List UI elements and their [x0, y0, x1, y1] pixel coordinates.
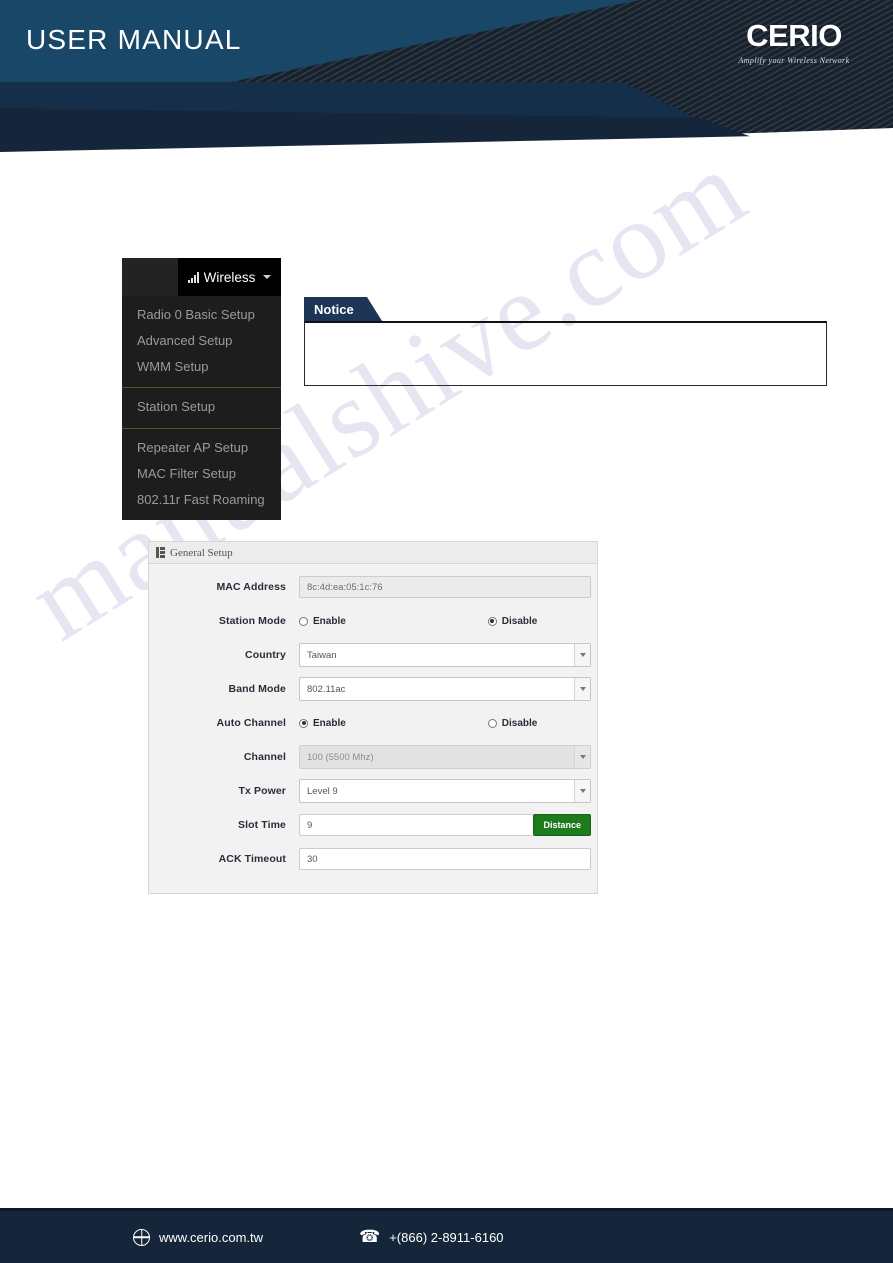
panel-body: MAC Address 8c:4d:ea:05:1c:76 Station Mo… [149, 564, 597, 893]
field-row-band-mode: Band Mode 802.11ac [149, 675, 597, 703]
nav-item-advanced-setup[interactable]: Advanced Setup [122, 328, 281, 354]
field-row-mac-address: MAC Address 8c:4d:ea:05:1c:76 [149, 573, 597, 601]
footer-website-label: www.cerio.com.tw [159, 1229, 264, 1245]
control-station-mode: Enable Disable [299, 616, 597, 627]
list-grid-icon [156, 547, 165, 558]
logo-wordmark: CERIO [746, 18, 842, 53]
auto-channel-disable-radio[interactable]: Disable [487, 717, 538, 729]
page-footer: www.cerio.com.tw ☎ +(866) 2-8911-6160 [0, 1208, 893, 1263]
station-mode-enable-radio[interactable]: Enable [299, 616, 346, 627]
footer-phone-label: +(866) 2-8911-6160 [389, 1229, 504, 1245]
label-mac-address: MAC Address [216, 581, 286, 593]
distance-button[interactable]: Distance [533, 814, 591, 836]
page-title: USER MANUAL [26, 24, 242, 55]
ack-timeout-input[interactable]: 30 [299, 848, 591, 870]
control-ack-timeout: 30 [299, 848, 597, 870]
country-select-value: Taiwan [307, 649, 337, 661]
label-ack-timeout: ACK Timeout [218, 853, 286, 865]
nav-item-mac-filter-setup[interactable]: MAC Filter Setup [122, 461, 281, 487]
tx-power-select-value: Level 9 [307, 785, 338, 797]
nav-topbar-left-spacer [122, 258, 178, 296]
radio-circle-selected-icon [487, 616, 497, 626]
control-country: Taiwan [299, 643, 597, 667]
chevron-down-icon [574, 746, 590, 768]
wireless-nav-menu: Wireless Radio 0 Basic Setup Advanced Se… [122, 258, 281, 520]
footer-website[interactable]: www.cerio.com.tw [133, 1228, 264, 1246]
label-slot-time: Slot Time [238, 819, 286, 831]
nav-tab-label: Wireless [203, 269, 256, 285]
field-row-country: Country Taiwan [149, 641, 597, 669]
label-channel: Channel [243, 751, 286, 763]
label-auto-channel: Auto Channel [216, 717, 286, 729]
control-slot-time: 9 Distance [299, 814, 597, 836]
nav-tab-wireless[interactable]: Wireless [178, 258, 281, 296]
label-country: Country [245, 649, 286, 661]
nav-item-station-setup[interactable]: Station Setup [122, 394, 281, 420]
chevron-down-icon [263, 275, 272, 279]
nav-group-1: Radio 0 Basic Setup Advanced Setup WMM S… [122, 296, 281, 388]
nav-item-802-11r-fast-roaming[interactable]: 802.11r Fast Roaming [122, 487, 281, 513]
field-row-auto-channel: Auto Channel Enable Disable [149, 709, 597, 737]
nav-item-radio-0-basic-setup[interactable]: Radio 0 Basic Setup [122, 302, 281, 328]
nav-item-repeater-ap-setup[interactable]: Repeater AP Setup [122, 435, 281, 461]
control-tx-power: Level 9 [299, 779, 597, 803]
slot-time-input[interactable]: 9 [299, 814, 534, 836]
chevron-down-icon [574, 780, 590, 802]
label-station-mode: Station Mode [218, 615, 286, 627]
auto-channel-disable-label: Disable [501, 717, 538, 729]
field-row-ack-timeout: ACK Timeout 30 [149, 845, 597, 873]
radio-circle-selected-icon [299, 718, 308, 728]
nav-topbar: Wireless [122, 258, 281, 296]
channel-select: 100 (5500 Mhz) [299, 745, 591, 769]
field-row-station-mode: Station Mode Enable Disable [149, 607, 597, 635]
radio-circle-icon [299, 616, 308, 626]
panel-header-label: General Setup [170, 546, 233, 559]
band-mode-select[interactable]: 802.11ac [299, 677, 591, 701]
chevron-down-icon [574, 678, 590, 700]
footer-phone[interactable]: ☎ +(866) 2-8911-6160 [359, 1227, 504, 1247]
globe-icon [133, 1228, 150, 1246]
brand-logo: CERIO Amplify your Wireless Network [719, 20, 869, 65]
field-row-slot-time: Slot Time 9 Distance [149, 811, 597, 839]
page-header: USER MANUAL CERIO Amplify your Wireless … [0, 0, 893, 160]
band-mode-select-value: 802.11ac [307, 683, 346, 695]
general-setup-panel: General Setup MAC Address 8c:4d:ea:05:1c… [148, 541, 598, 894]
station-mode-enable-label: Enable [313, 615, 346, 627]
auto-channel-enable-radio[interactable]: Enable [299, 718, 346, 729]
nav-group-2: Station Setup [122, 387, 281, 428]
country-select[interactable]: Taiwan [299, 643, 591, 667]
notice-block: Notice [304, 297, 827, 386]
station-mode-disable-label: Disable [501, 615, 538, 627]
logo-tagline: Amplify your Wireless Network [738, 56, 850, 65]
station-mode-disable-radio[interactable]: Disable [487, 615, 538, 627]
panel-header: General Setup [149, 542, 597, 564]
signal-bars-icon [187, 271, 199, 283]
label-tx-power: Tx Power [238, 785, 286, 797]
tx-power-select[interactable]: Level 9 [299, 779, 591, 803]
nav-group-3: Repeater AP Setup MAC Filter Setup 802.1… [122, 427, 281, 520]
mac-address-field: 8c:4d:ea:05:1c:76 [299, 576, 591, 598]
control-channel: 100 (5500 Mhz) [299, 745, 597, 769]
auto-channel-enable-label: Enable [313, 717, 346, 729]
notice-body [304, 321, 827, 386]
chevron-down-icon [574, 644, 590, 666]
field-row-tx-power: Tx Power Level 9 [149, 777, 597, 805]
control-auto-channel: Enable Disable [299, 718, 597, 729]
field-row-channel: Channel 100 (5500 Mhz) [149, 743, 597, 771]
channel-select-value: 100 (5500 Mhz) [307, 751, 374, 763]
nav-item-wmm-setup[interactable]: WMM Setup [122, 354, 281, 380]
control-mac-address: 8c:4d:ea:05:1c:76 [299, 576, 597, 598]
notice-tab-label: Notice [304, 297, 382, 321]
phone-icon: ☎ [359, 1227, 381, 1246]
radio-circle-icon [487, 718, 497, 728]
label-band-mode: Band Mode [228, 683, 286, 695]
control-band-mode: 802.11ac [299, 677, 597, 701]
